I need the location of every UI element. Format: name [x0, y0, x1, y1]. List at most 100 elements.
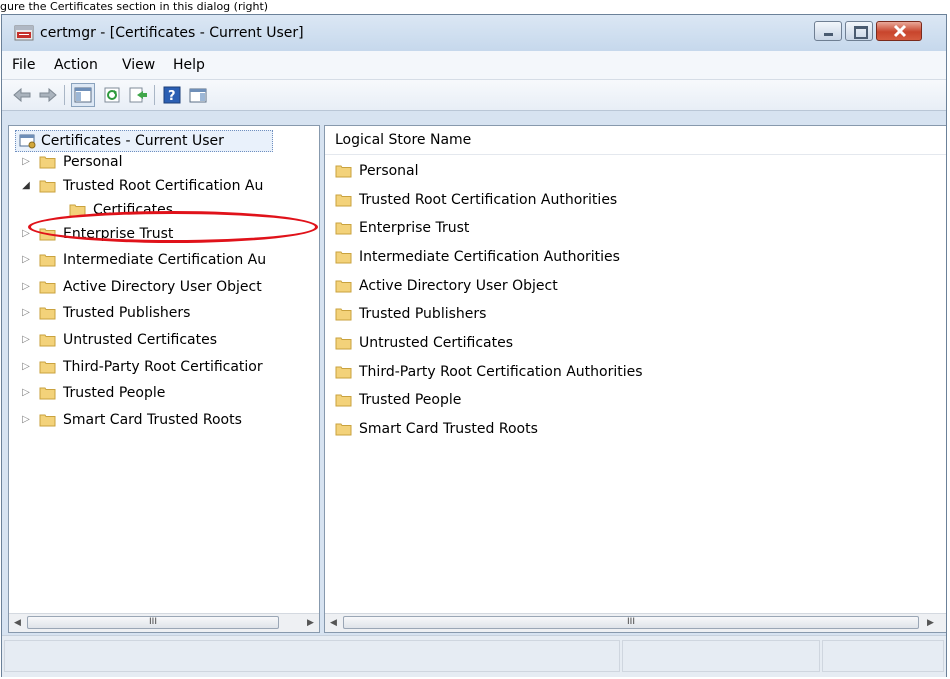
expand-icon[interactable]: ▷: [21, 330, 31, 350]
expand-icon[interactable]: ▷: [21, 357, 31, 377]
status-cell: [822, 640, 944, 672]
close-button[interactable]: [876, 21, 922, 41]
list-item-label: Trusted People: [359, 392, 462, 408]
toolbar: ?: [2, 80, 946, 111]
folder-icon: [335, 393, 352, 407]
tree-item-label: Smart Card Trusted Roots: [63, 412, 242, 428]
forward-arrow-icon[interactable]: [38, 85, 58, 105]
folder-icon: [335, 307, 352, 321]
list-item-label: Personal: [359, 163, 419, 179]
folder-icon: [39, 227, 56, 241]
menu-file[interactable]: File: [12, 57, 35, 74]
console-tree-pane[interactable]: Certificates - Current User ▷ Personal ◢…: [8, 125, 320, 633]
folder-icon: [39, 413, 56, 427]
folder-icon: [39, 155, 56, 169]
status-bar: [2, 635, 946, 677]
tree-item-trusted-people[interactable]: ▷ Trusted People: [9, 383, 319, 403]
tree-item-label: Certificates: [93, 202, 174, 218]
tree-item-label: Trusted People: [63, 385, 166, 401]
tree-item-label: Active Directory User Object: [63, 279, 262, 295]
tree-item-label: Enterprise Trust: [63, 226, 174, 242]
list-item-label: Active Directory User Object: [359, 278, 558, 294]
expand-icon[interactable]: ▷: [21, 224, 31, 244]
tree-item-third-party-root[interactable]: ▷ Third-Party Root Certificatior: [9, 357, 319, 377]
tree-item-label: Trusted Publishers: [63, 305, 191, 321]
tree-item-smart-card[interactable]: ▷ Smart Card Trusted Roots: [9, 410, 319, 430]
refresh-icon[interactable]: [102, 85, 122, 105]
collapse-icon[interactable]: ◢: [21, 176, 31, 196]
folder-icon: [39, 253, 56, 267]
expand-icon[interactable]: ▷: [21, 152, 31, 172]
maximize-button[interactable]: [845, 21, 873, 41]
tree-item-label: Third-Party Root Certificatior: [63, 359, 263, 375]
expand-icon[interactable]: ▷: [21, 250, 31, 270]
expand-icon[interactable]: ▷: [21, 303, 31, 323]
tree-item-enterprise-trust[interactable]: ▷ Enterprise Trust: [9, 224, 319, 244]
scroll-right-icon[interactable]: ▶: [302, 614, 319, 632]
svg-text:?: ?: [168, 89, 176, 104]
tree-item-label: Intermediate Certification Au: [63, 252, 267, 268]
expand-icon[interactable]: ▷: [21, 277, 31, 297]
menu-bar: File Action View Help: [2, 51, 946, 80]
folder-icon: [335, 164, 352, 178]
tree-item-active-directory[interactable]: ▷ Active Directory User Object: [9, 277, 319, 297]
scroll-left-icon[interactable]: ◀: [325, 614, 342, 632]
close-icon: [893, 23, 907, 43]
tree-item-label: Trusted Root Certification Au: [63, 178, 264, 194]
menu-help[interactable]: Help: [173, 57, 205, 74]
tree-item-personal[interactable]: ▷ Personal: [9, 152, 319, 172]
folder-icon: [335, 365, 352, 379]
store-list-pane[interactable]: Logical Store Name Personal Trusted Root…: [324, 125, 946, 633]
toolbar-separator: [154, 85, 155, 105]
folder-icon: [39, 179, 56, 193]
menu-action[interactable]: Action: [54, 57, 98, 74]
tree-root-label: Certificates - Current User: [41, 133, 224, 149]
tree-item-certificates[interactable]: Certificates: [9, 200, 319, 220]
show-hide-console-tree-icon[interactable]: [71, 83, 95, 107]
tree-item-trusted-root[interactable]: ◢ Trusted Root Certification Au: [9, 176, 319, 196]
menu-view[interactable]: View: [122, 57, 155, 74]
certificate-store-icon: [19, 133, 37, 153]
folder-icon: [335, 250, 352, 264]
status-cell: [4, 640, 620, 672]
folder-icon: [39, 333, 56, 347]
toolbar-separator: [64, 85, 65, 105]
help-icon[interactable]: ?: [162, 85, 182, 105]
status-cell: [622, 640, 820, 672]
folder-icon: [39, 306, 56, 320]
tree-item-label: Personal: [63, 154, 123, 170]
tree-item-untrusted[interactable]: ▷ Untrusted Certificates: [9, 330, 319, 350]
scroll-thumb[interactable]: III: [343, 616, 919, 629]
tree-item-intermediate[interactable]: ▷ Intermediate Certification Au: [9, 250, 319, 270]
minimize-button[interactable]: [814, 21, 842, 41]
tree-item-trusted-publishers[interactable]: ▷ Trusted Publishers: [9, 303, 319, 323]
title-bar[interactable]: certmgr - [Certificates - Current User]: [2, 15, 946, 51]
list-item-label: Smart Card Trusted Roots: [359, 421, 538, 437]
scroll-right-icon[interactable]: ▶: [922, 614, 939, 632]
tree-root-item[interactable]: Certificates - Current User: [15, 130, 273, 152]
column-header-logical-store-name[interactable]: Logical Store Name: [325, 126, 946, 155]
window-title: certmgr - [Certificates - Current User]: [40, 25, 304, 41]
maximize-icon: [854, 26, 868, 39]
scroll-thumb[interactable]: III: [27, 616, 279, 629]
folder-icon: [335, 193, 352, 207]
folder-icon: [335, 336, 352, 350]
action-pane-icon[interactable]: [188, 85, 208, 105]
page-caption: gure the Certificates section in this di…: [0, 0, 269, 13]
back-arrow-icon[interactable]: [12, 85, 32, 105]
scroll-left-icon[interactable]: ◀: [9, 614, 26, 632]
list-item-label: Trusted Root Certification Authorities: [359, 192, 618, 208]
certificate-manager-icon: [14, 24, 34, 42]
tree-horizontal-scrollbar[interactable]: ◀ III ▶: [9, 613, 319, 632]
folder-icon: [39, 280, 56, 294]
minimize-icon: [824, 33, 833, 36]
list-item-label: Third-Party Root Certification Authoriti…: [359, 364, 643, 380]
expand-icon[interactable]: ▷: [21, 383, 31, 403]
folder-icon: [335, 422, 352, 436]
list-horizontal-scrollbar[interactable]: ◀ III ▶: [325, 613, 946, 632]
list-item-label: Untrusted Certificates: [359, 335, 513, 351]
folder-icon: [39, 360, 56, 374]
column-header-label: Logical Store Name: [335, 132, 472, 148]
export-list-icon[interactable]: [128, 85, 148, 105]
expand-icon[interactable]: ▷: [21, 410, 31, 430]
